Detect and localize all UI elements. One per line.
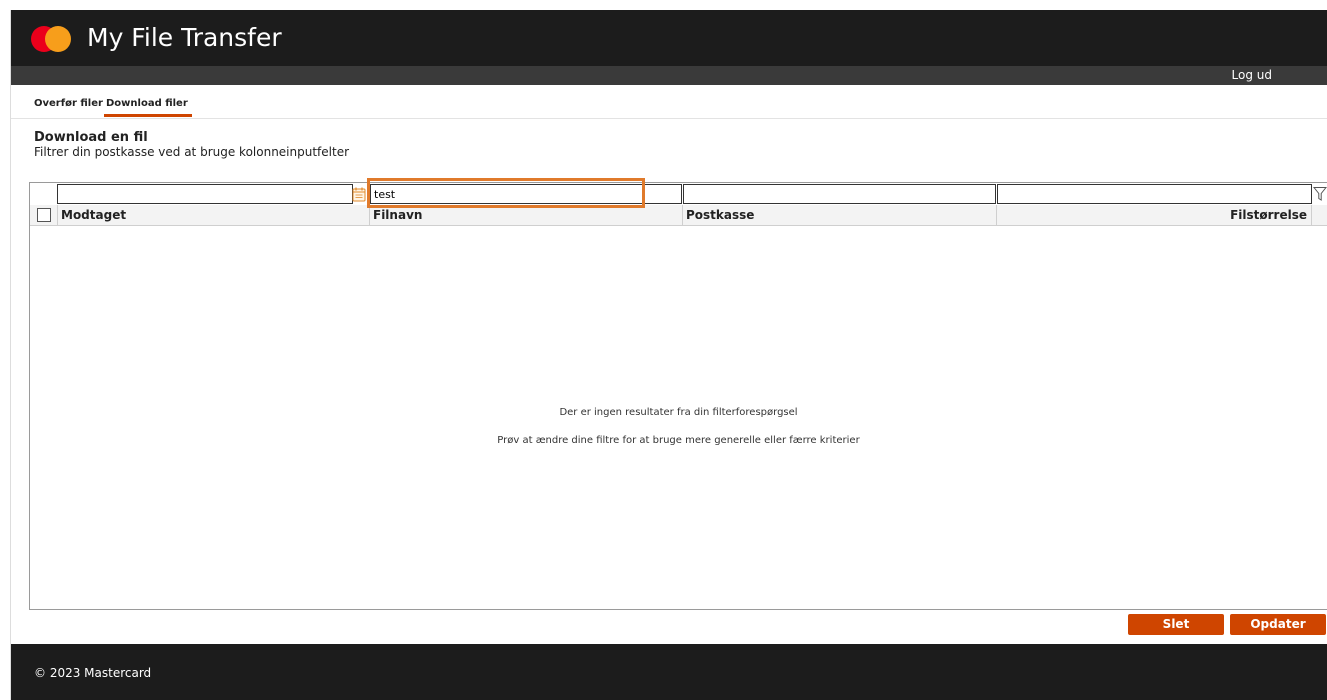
mailbox-filter-input[interactable] <box>683 184 996 204</box>
page-title: Download en fil <box>34 130 148 145</box>
logout-link[interactable]: Log ud <box>1232 67 1272 84</box>
column-header-filename[interactable]: Filnavn <box>370 205 683 225</box>
filename-filter-input[interactable] <box>370 184 682 204</box>
grid-header-row: Modtaget Filnavn Postkasse Filstørrelse <box>30 205 1327 226</box>
tab-upload-files[interactable]: Overfør filer <box>34 97 103 111</box>
files-grid: Modtaget Filnavn Postkasse Filstørrelse … <box>29 182 1327 610</box>
app-window: My File Transfer Log ud Overfør filer Do… <box>10 10 1327 700</box>
app-title: My File Transfer <box>87 23 282 52</box>
column-header-mailbox[interactable]: Postkasse <box>683 205 997 225</box>
footer-copyright: © 2023 Mastercard <box>34 666 152 680</box>
page-subtitle: Filtrer din postkasse ved at bruge kolon… <box>34 145 350 159</box>
mastercard-logo <box>31 26 75 52</box>
tab-download-files[interactable]: Download filer <box>104 97 192 117</box>
header-subbar: Log ud <box>11 66 1327 85</box>
empty-message-title: Der er ingen resultater fra din filterfo… <box>559 407 798 418</box>
footer: © 2023 Mastercard <box>11 644 1327 700</box>
column-header-filesize[interactable]: Filstørrelse <box>997 205 1312 225</box>
column-header-received[interactable]: Modtaget <box>57 205 370 225</box>
calendar-icon[interactable] <box>352 187 366 202</box>
filesize-filter-input[interactable] <box>997 184 1312 204</box>
tab-bar: Overfør filer Download filer <box>11 85 1327 119</box>
funnel-icon[interactable] <box>1313 186 1327 202</box>
received-filter-input[interactable] <box>57 184 353 204</box>
delete-button[interactable]: Slet <box>1128 614 1224 635</box>
empty-message-hint: Prøv at ændre dine filtre for at bruge m… <box>497 435 860 446</box>
select-all-checkbox[interactable] <box>37 208 51 222</box>
app-header: My File Transfer <box>11 10 1327 66</box>
refresh-button[interactable]: Opdater <box>1230 614 1326 635</box>
